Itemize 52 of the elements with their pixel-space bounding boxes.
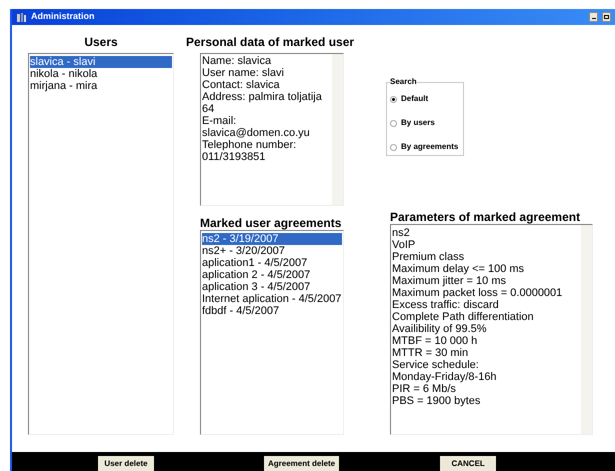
text-line: Maximum delay <= 100 ms xyxy=(392,263,526,275)
text-line: Telephone number: xyxy=(202,139,298,151)
action-button[interactable]: CANCEL xyxy=(440,456,496,471)
agreement-item[interactable]: aplication 2 - 4/5/2007 xyxy=(202,269,342,281)
text-line: Monday-Friday/8-16h xyxy=(392,371,498,383)
agreement-item[interactable]: Internet aplication - 4/5/2007 xyxy=(202,293,342,305)
user-item[interactable]: nikola - nikola xyxy=(30,68,172,80)
agreement-item[interactable]: ns2 - 3/19/2007 xyxy=(202,233,342,245)
text-line: Name: slavica xyxy=(202,55,272,67)
user-item[interactable]: mirjana - mira xyxy=(30,80,172,92)
text-line: Contact: slavica xyxy=(202,79,281,91)
minimize-button[interactable] xyxy=(589,12,598,22)
text-line: MTBF = 10 000 h xyxy=(392,335,478,347)
radio-label: By agreements xyxy=(401,141,458,153)
text-line: User name: slavi xyxy=(202,67,285,79)
radio-label: By users xyxy=(401,117,435,129)
search-title: Search xyxy=(390,76,417,88)
text-line: Excess traffic: discard xyxy=(392,299,500,311)
radio-button[interactable] xyxy=(390,144,397,150)
agreement-item[interactable]: ns2+ - 3/20/2007 xyxy=(202,245,342,257)
users-heading: Users xyxy=(83,34,119,51)
text-line: Maximum jitter = 10 ms xyxy=(392,275,507,287)
action-button[interactable]: User delete xyxy=(98,456,154,471)
action-button[interactable]: Agreement delete xyxy=(264,456,340,471)
text-line: 011/3193851 xyxy=(202,151,266,163)
radio-button[interactable] xyxy=(390,120,397,126)
radio-label: Default xyxy=(401,93,428,105)
window-title: Administration xyxy=(31,10,95,24)
agreement-item[interactable]: fdbdf - 4/5/2007 xyxy=(202,305,342,317)
agreement-item[interactable]: aplication1 - 4/5/2007 xyxy=(202,257,342,269)
text-line: PIR = 6 Mb/s xyxy=(392,383,457,395)
text-line: MTTR = 30 min xyxy=(392,347,470,359)
text-line: Service schedule: xyxy=(392,359,480,371)
text-line: slavica@domen.co.yu xyxy=(202,127,311,139)
personal-data-heading: Personal data of marked user xyxy=(186,34,356,51)
parameters-heading: Parameters of marked agreement xyxy=(390,211,582,223)
agreements-heading: Marked user agreements xyxy=(200,217,342,229)
user-item[interactable]: slavica - slavi xyxy=(30,56,172,68)
text-line: Address: palmira toljatija xyxy=(202,91,323,103)
agreement-item[interactable]: aplication 3 - 4/5/2007 xyxy=(202,281,342,293)
text-line: ns2 xyxy=(392,227,411,239)
radio-button[interactable] xyxy=(390,96,397,102)
text-line: Availibility of 99.5% xyxy=(392,323,488,335)
restore-button[interactable] xyxy=(602,12,611,22)
text-line: Maximum packet loss = 0.0000001 xyxy=(392,287,564,299)
text-line: VoIP xyxy=(392,239,416,251)
text-line: 64 xyxy=(202,103,216,115)
text-line: Complete Path differentiation xyxy=(392,311,535,323)
text-line: E-mail: xyxy=(202,115,238,127)
text-line: Premium class xyxy=(392,251,466,263)
text-line: PBS = 1900 bytes xyxy=(392,395,482,407)
app-icon xyxy=(16,12,27,22)
